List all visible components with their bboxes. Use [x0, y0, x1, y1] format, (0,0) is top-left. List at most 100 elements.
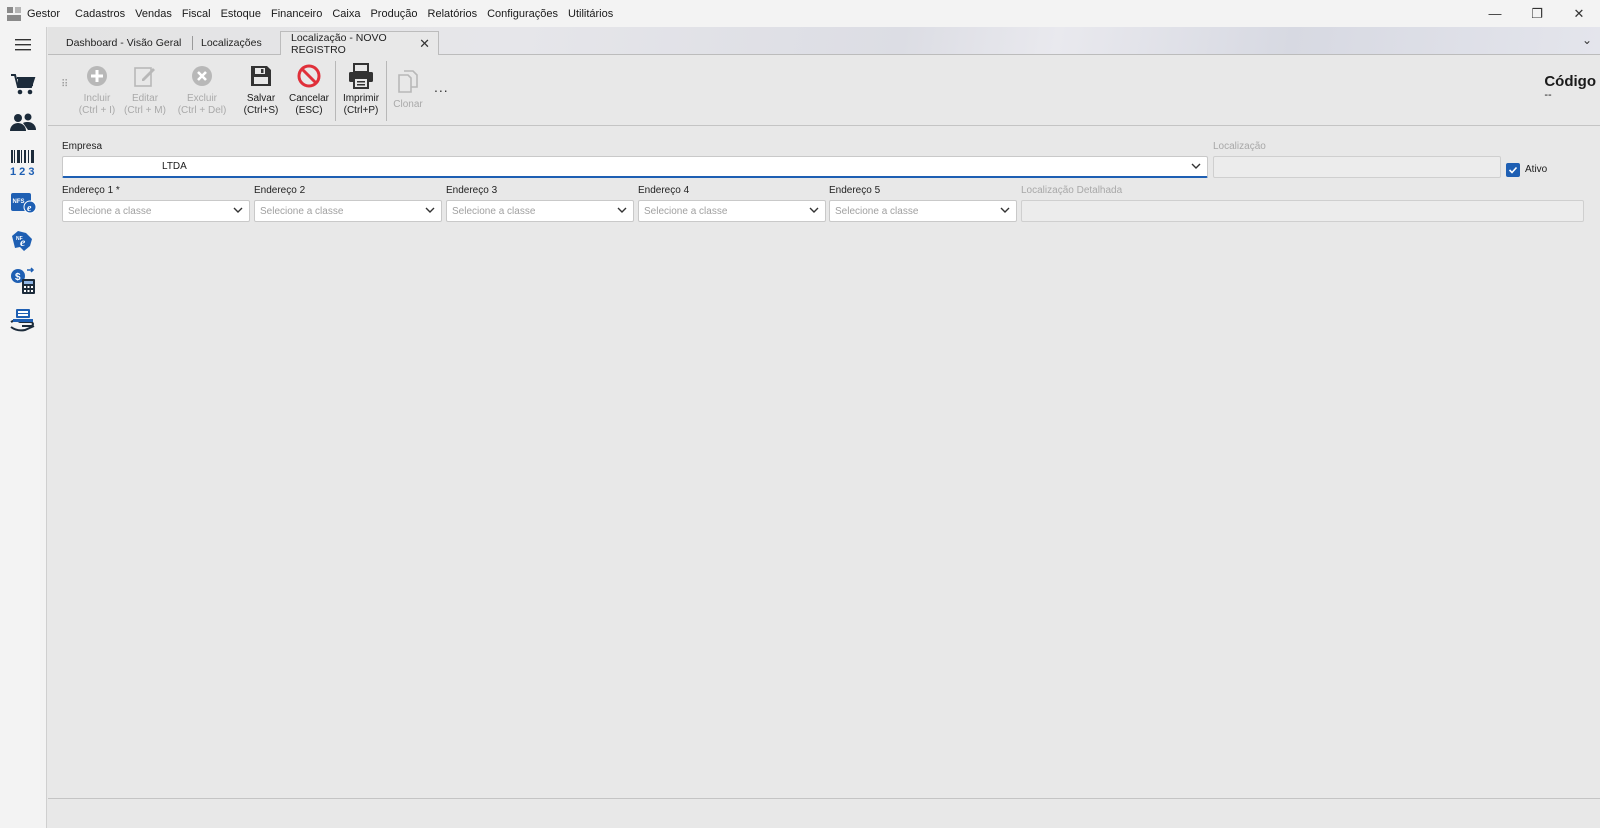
svg-text:NFS: NFS [13, 199, 25, 205]
toolbar: ⠿ Incluir (Ctrl + I) Editar (Ctrl + M) E… [48, 55, 1600, 126]
menu-cadastros[interactable]: Cadastros [70, 8, 130, 20]
more-options-button[interactable]: ... [434, 79, 449, 95]
clone-icon [398, 70, 418, 93]
restore-button[interactable]: ❐ [1516, 0, 1558, 27]
minimize-button[interactable]: — [1474, 0, 1516, 27]
sidebar-item-clientes[interactable] [8, 108, 38, 138]
endereco1-label: Endereço 1 * [62, 185, 120, 196]
endereco5-placeholder: Selecione a classe [835, 205, 919, 217]
minimize-icon: — [1488, 6, 1502, 21]
endereco2-label: Endereço 2 [254, 185, 306, 196]
endereco5-select[interactable]: Selecione a classe [829, 200, 1017, 222]
menu-financeiro[interactable]: Financeiro [266, 8, 327, 20]
localizacao-label: Localização [1213, 141, 1266, 152]
endereco2-placeholder: Selecione a classe [260, 205, 344, 217]
editar-shortcut: (Ctrl + M) [124, 105, 166, 116]
codigo-label: Código [1544, 73, 1596, 90]
sidebar-item-produtos[interactable]: 1 2 3 [8, 148, 38, 178]
endereco4-select[interactable]: Selecione a classe [638, 200, 826, 222]
chevron-down-icon [425, 205, 435, 218]
close-tab-icon[interactable]: ✕ [419, 36, 430, 52]
tab-list-chevron-icon[interactable]: ⌄ [1582, 33, 1592, 47]
nfe-icon: eNF [12, 231, 32, 251]
users-icon [10, 113, 36, 131]
cancel-icon [297, 64, 321, 88]
svg-text:1 2 3: 1 2 3 [10, 166, 34, 177]
endereco3-label: Endereço 3 [446, 185, 498, 196]
status-bar-divider [48, 798, 1600, 799]
edit-icon [134, 67, 155, 87]
clonar-label: Clonar [393, 99, 423, 110]
save-icon [251, 66, 271, 86]
endereco3-select[interactable]: Selecione a classe [446, 200, 634, 222]
tab-strip: Dashboard - Visão Geral Localizações Loc… [48, 27, 1600, 56]
sidebar-item-vendas[interactable] [8, 70, 38, 100]
tab-localizacao-novo-registro[interactable]: Localização - NOVO REGISTRO ✕ [280, 31, 439, 56]
sidebar-item-nfse[interactable]: NFS e [8, 188, 38, 218]
tab-label: Dashboard - Visão Geral [66, 37, 182, 49]
empresa-select[interactable]: LTDA [62, 156, 1208, 178]
hamburger-menu-button[interactable] [8, 30, 38, 60]
tab-localizacoes[interactable]: Localizações [191, 31, 279, 55]
delete-circle-icon [192, 66, 212, 86]
endereco5-label: Endereço 5 [829, 185, 881, 196]
ativo-label: Ativo [1525, 164, 1548, 175]
barcode-icon: 1 2 3 [10, 150, 34, 177]
cancelar-label: Cancelar [288, 93, 330, 104]
menu-caixa[interactable]: Caixa [327, 8, 365, 20]
codigo-value: -- [1544, 89, 1552, 101]
endereco2-select[interactable]: Selecione a classe [254, 200, 442, 222]
endereco1-placeholder: Selecione a classe [68, 205, 152, 217]
menu-producao[interactable]: Produção [365, 8, 422, 20]
app-logo-icon [7, 6, 21, 21]
cash-register-icon [10, 309, 35, 332]
title-bar: Gestor Cadastros Vendas Fiscal Estoque F… [0, 0, 1600, 27]
endereco3-placeholder: Selecione a classe [452, 205, 536, 217]
menu-bar: Cadastros Vendas Fiscal Estoque Financei… [70, 8, 618, 20]
sidebar: 1 2 3 NFS e e NF $ [0, 27, 47, 828]
hamburger-icon [15, 39, 31, 51]
tab-label: Localização - NOVO REGISTRO [291, 32, 387, 56]
tab-label: Localizações [201, 37, 262, 49]
endereco4-placeholder: Selecione a classe [644, 205, 728, 217]
endereco1-select[interactable]: Selecione a classe [62, 200, 250, 222]
svg-text:$: $ [15, 272, 21, 283]
menu-fiscal[interactable]: Fiscal [177, 8, 216, 20]
svg-text:e: e [27, 203, 32, 214]
editar-label: Editar [131, 93, 159, 104]
app-name: Gestor [27, 7, 61, 20]
close-window-button[interactable]: ✕ [1558, 0, 1600, 27]
localizacao-detalhada-input[interactable] [1021, 200, 1584, 222]
cancelar-shortcut: (ESC) [295, 105, 323, 116]
tab-dashboard[interactable]: Dashboard - Visão Geral [56, 31, 186, 55]
sidebar-item-caixa[interactable] [8, 306, 38, 336]
nfse-icon: NFSe [11, 193, 37, 214]
localizacao-input[interactable] [1213, 156, 1501, 178]
menu-utilitarios[interactable]: Utilitários [563, 8, 618, 20]
calculator-money-icon: $ [11, 267, 35, 294]
excluir-label: Excluir [186, 93, 217, 104]
localizacao-detalhada-label: Localização Detalhada [1021, 185, 1123, 196]
cancelar-button[interactable]: Cancelar (ESC) [281, 63, 337, 117]
clonar-button[interactable]: Clonar [380, 69, 436, 111]
editar-button[interactable]: Editar (Ctrl + M) [117, 63, 173, 117]
menu-configuracoes[interactable]: Configurações [482, 8, 563, 20]
endereco4-label: Endereço 4 [638, 185, 690, 196]
restore-icon: ❐ [1531, 5, 1543, 21]
menu-vendas[interactable]: Vendas [130, 8, 177, 20]
printer-icon [349, 63, 373, 89]
close-icon: ✕ [1573, 5, 1585, 21]
excluir-button[interactable]: Excluir (Ctrl + Del) [174, 63, 230, 117]
chevron-down-icon [1191, 161, 1201, 174]
sidebar-item-financeiro[interactable]: $ [8, 266, 38, 296]
svg-text:NF: NF [16, 236, 23, 242]
empresa-value: LTDA [162, 161, 187, 172]
chevron-down-icon [1000, 205, 1010, 218]
menu-estoque[interactable]: Estoque [216, 8, 266, 20]
excluir-shortcut: (Ctrl + Del) [177, 105, 227, 116]
menu-relatorios[interactable]: Relatórios [423, 8, 483, 20]
sidebar-item-nfe[interactable]: e NF [8, 226, 38, 256]
add-circle-icon [87, 66, 107, 86]
empresa-label: Empresa [62, 141, 103, 152]
ativo-checkbox[interactable] [1506, 163, 1520, 177]
